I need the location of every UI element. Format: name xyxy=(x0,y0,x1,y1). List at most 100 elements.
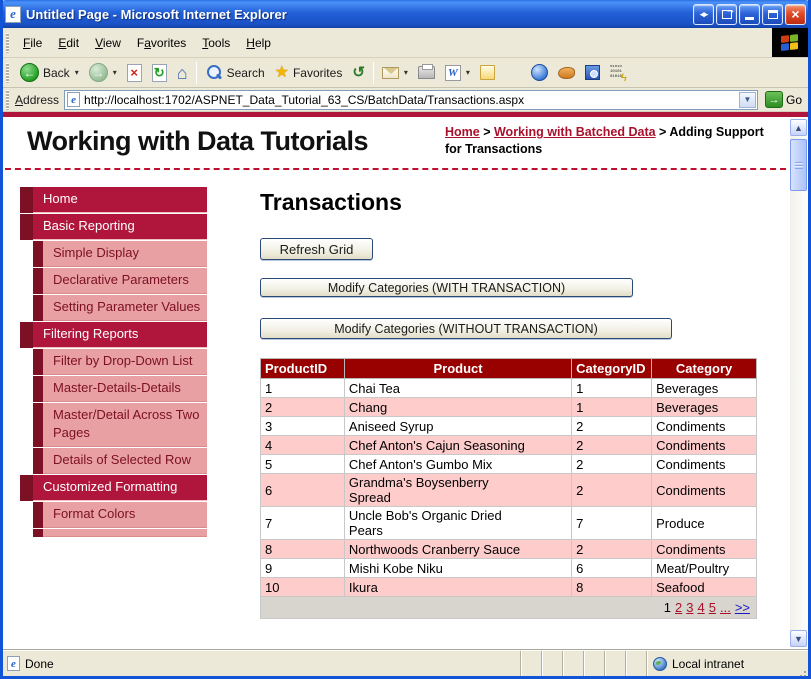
pager-current-page: 1 xyxy=(663,600,672,615)
page-icon: e xyxy=(67,92,81,107)
menu-view[interactable]: View xyxy=(87,32,129,54)
pager-link-2[interactable]: 2 xyxy=(675,600,682,615)
sidebar-item-filter-by-drop-down-list[interactable]: Filter by Drop-Down List xyxy=(33,349,207,375)
maximize-button[interactable] xyxy=(762,3,783,25)
print-button[interactable] xyxy=(413,64,440,81)
go-label: Go xyxy=(785,92,802,107)
history-button[interactable]: ↺ xyxy=(347,63,370,82)
sidebar-item-tab xyxy=(33,349,43,375)
breadcrumb-working-with-batched-data[interactable]: Working with Batched Data xyxy=(494,125,656,139)
sidebar-item-setting-parameter-values[interactable]: Setting Parameter Values xyxy=(33,295,207,321)
pager-link-5[interactable]: 5 xyxy=(709,600,716,615)
research-button[interactable] xyxy=(553,65,580,81)
table-row: 2 Chang 1 Beverages xyxy=(260,397,757,417)
arrows-horizontal-button[interactable]: ◂▸ xyxy=(693,3,714,25)
cell-productid: 5 xyxy=(260,454,345,474)
sidebar-item-declarative-parameters[interactable]: Declarative Parameters xyxy=(33,268,207,294)
sidebar-item-tab xyxy=(33,268,43,294)
address-url[interactable]: http://localhost:1702/ASPNET_Data_Tutori… xyxy=(84,93,735,107)
breadcrumb-home[interactable]: Home xyxy=(445,125,480,139)
scroll-up-button[interactable]: ▲ xyxy=(790,119,807,136)
cell-categoryid: 2 xyxy=(571,416,653,436)
sidebar-nav: Home Basic Reporting Simple Display Declara… xyxy=(20,187,207,537)
sidebar-item-details-of-selected-row[interactable]: Details of Selected Row xyxy=(33,448,207,474)
sidebar-item-item[interactable] xyxy=(33,529,207,537)
binary-tool-button[interactable]: 01010 10101 01010 xyxy=(605,63,632,83)
forward-dropdown-icon: ▾ xyxy=(112,68,117,77)
toolbar-grip[interactable] xyxy=(6,62,9,83)
popout-button[interactable] xyxy=(716,3,737,25)
sidebar-item-label: Details of Selected Row xyxy=(43,448,207,474)
favorites-button[interactable]: ★ Favorites xyxy=(270,63,348,83)
grid-header-row: ProductID Product CategoryID Category xyxy=(260,358,757,379)
grid-body: 1 Chai Tea 1 Beverages 2 Chang 1 Beverages 3 Anis… xyxy=(260,378,757,619)
cell-category: Produce xyxy=(651,506,757,540)
sidebar-item-home[interactable]: Home xyxy=(20,187,207,213)
cell-productid: 1 xyxy=(260,378,345,398)
sidebar-item-simple-display[interactable]: Simple Display xyxy=(33,241,207,267)
sidebar-item-master-details-details[interactable]: Master-Details-Details xyxy=(33,376,207,402)
mail-dropdown-icon[interactable]: ▾ xyxy=(404,68,408,77)
stop-button[interactable]: × xyxy=(122,62,147,84)
sidebar-item-tab xyxy=(33,295,43,321)
pager-link-item[interactable]: ... xyxy=(720,600,731,615)
menu-tools[interactable]: Tools xyxy=(194,32,238,54)
minimize-button[interactable] xyxy=(739,3,760,25)
status-pane-empty xyxy=(541,651,562,676)
cell-productid: 7 xyxy=(260,506,345,540)
modify-without-transaction-button[interactable]: Modify Categories (WITHOUT TRANSACTION) xyxy=(260,318,672,339)
windows-flag-icon xyxy=(781,33,799,52)
pager-next-link[interactable]: >> xyxy=(735,600,750,615)
close-button[interactable]: × xyxy=(785,3,806,25)
pager-link-3[interactable]: 3 xyxy=(686,600,693,615)
menu-edit[interactable]: Edit xyxy=(50,32,87,54)
window-title: Untitled Page - Microsoft Internet Explo… xyxy=(26,6,287,22)
sidebar-item-basic-reporting[interactable]: Basic Reporting xyxy=(20,214,207,240)
menubar-grip[interactable] xyxy=(6,32,9,53)
resize-grip[interactable] xyxy=(792,651,808,676)
status-pane-empty xyxy=(520,651,541,676)
sidebar-item-tab xyxy=(33,403,43,447)
scrollbar-thumb[interactable] xyxy=(790,139,807,191)
refresh-grid-button[interactable]: Refresh Grid xyxy=(260,238,373,260)
address-dropdown-button[interactable]: ▼ xyxy=(738,91,756,108)
sidebar-item-customized-formatting[interactable]: Customized Formatting xyxy=(20,475,207,501)
modify-with-transaction-button[interactable]: Modify Categories (WITH TRANSACTION) xyxy=(260,278,633,297)
back-dropdown-icon[interactable]: ▾ xyxy=(75,68,79,77)
menu-file[interactable]: File xyxy=(15,32,50,54)
zone-text: Local intranet xyxy=(672,656,745,671)
edit-dropdown-icon[interactable]: ▾ xyxy=(466,68,470,77)
menu-help[interactable]: Help xyxy=(238,32,279,54)
cell-product: Ikura xyxy=(343,577,573,597)
forward-button[interactable]: → ▾ xyxy=(84,61,122,84)
home-button[interactable]: ⌂ xyxy=(172,62,193,84)
refresh-button[interactable]: ↻ xyxy=(147,62,172,84)
go-button[interactable]: → Go xyxy=(764,91,802,108)
discuss-button[interactable] xyxy=(475,63,500,82)
mail-button[interactable]: ▾ xyxy=(377,65,413,81)
breadcrumb: Home > Working with Batched Data > Addin… xyxy=(445,124,775,158)
book-search-button[interactable] xyxy=(580,63,605,82)
menu-favorites[interactable]: Favorites xyxy=(129,32,194,54)
cell-category: Condiments xyxy=(651,454,757,474)
sidebar-item-tab xyxy=(20,475,33,501)
cell-productid: 4 xyxy=(260,435,345,455)
search-button[interactable]: Search xyxy=(200,62,270,84)
messenger-button[interactable] xyxy=(526,62,553,83)
favorites-star-icon: ★ xyxy=(274,63,289,81)
edit-word-button[interactable]: W ▾ xyxy=(440,63,475,83)
cell-product: Chai Tea xyxy=(343,378,573,398)
address-input[interactable]: e http://localhost:1702/ASPNET_Data_Tuto… xyxy=(64,89,758,110)
scroll-down-button[interactable]: ▼ xyxy=(790,630,807,647)
back-button[interactable]: ← Back ▾ xyxy=(15,61,84,84)
minimize-icon xyxy=(745,17,754,20)
sidebar-item-master-detail-across-two-pages[interactable]: Master/Detail Across Two Pages xyxy=(33,403,207,447)
vertical-scrollbar[interactable]: ▲ ▼ xyxy=(790,119,807,647)
pager-link-4[interactable]: 4 xyxy=(698,600,705,615)
sidebar-item-filtering-reports[interactable]: Filtering Reports xyxy=(20,322,207,348)
cell-category: Condiments xyxy=(651,435,757,455)
addressbar-grip[interactable] xyxy=(6,89,9,110)
address-bar: Address e http://localhost:1702/ASPNET_D… xyxy=(3,88,808,112)
cell-product: Uncle Bob's Organic Dried Pears xyxy=(343,506,573,540)
sidebar-item-format-colors[interactable]: Format Colors xyxy=(33,502,207,528)
